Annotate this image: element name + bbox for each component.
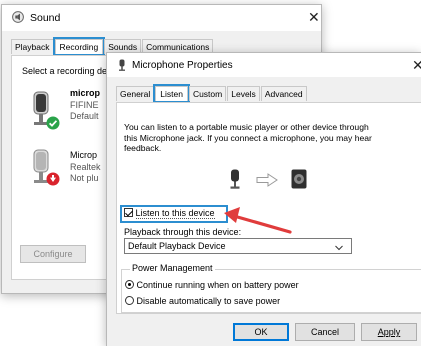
tab-listen[interactable]: Listen [153,84,190,103]
playback-device-value: Default Playback Device [128,241,226,251]
apply-button[interactable]: Apply [361,323,417,341]
radio-unselected-icon [125,296,134,305]
right-arrow-icon [256,173,278,187]
description-line: You can listen to a portable music playe… [124,122,369,132]
radio-label: Disable automatically to save power [136,296,281,306]
device-driver: FIFINE [70,100,99,110]
tab-recording[interactable]: Recording [52,37,106,56]
tab-playback[interactable]: Playback [11,39,54,54]
disable-automatically-radio[interactable]: Disable automatically to save power [125,296,280,306]
listen-pane: You can listen to a portable music playe… [116,102,421,314]
speaker-illustration-icon [291,169,307,189]
power-management-group: Power Management Continue running when o… [121,263,421,313]
playback-through-label: Playback through this device: [124,227,242,237]
configure-button[interactable]: Configure [20,245,86,263]
description-line: feedback. [124,143,162,153]
microphone-properties-window: Microphone Properties ✕ General Listen C… [106,52,421,346]
unplugged-icon [46,172,60,186]
default-check-icon [46,116,60,130]
mic-tabs: General Listen Custom Levels Advanced [116,84,308,103]
sound-titlebar: Sound ✕ [2,5,321,31]
tab-levels[interactable]: Levels [227,86,260,101]
tab-advanced[interactable]: Advanced [260,86,307,101]
device-driver: Realtek [70,162,101,172]
mic-close-icon[interactable]: ✕ [412,58,421,72]
device-name: microp [70,88,101,98]
continue-running-radio[interactable]: Continue running when on battery power [125,280,299,290]
microphone-small-icon [117,59,127,72]
mic-window-title: Microphone Properties [132,60,233,71]
radio-selected-icon [125,280,134,289]
device-item[interactable]: microp FIFINE Default [30,86,110,134]
listen-checkbox-label: Listen to this device [135,208,215,219]
tab-general[interactable]: General [116,86,155,101]
speaker-icon [12,11,24,23]
cancel-button[interactable]: Cancel [295,323,355,341]
chevron-down-icon [335,243,343,251]
power-management-legend: Power Management [130,263,215,273]
mic-titlebar: Microphone Properties ✕ [107,53,421,77]
microphone-illustration-icon [228,169,242,191]
device-status: Not plu [70,173,99,183]
device-item[interactable]: Microp Realtek Not plu [30,144,110,192]
radio-label: Continue running when on battery power [136,280,299,290]
device-status: Default [70,111,99,121]
tab-custom[interactable]: Custom [188,86,227,101]
listen-to-device-checkbox[interactable]: Listen to this device [120,205,228,223]
checkbox-checked-icon [124,208,133,217]
device-name: Microp [70,150,98,160]
recording-prompt: Select a recording de [22,66,108,76]
sound-close-icon[interactable]: ✕ [308,10,320,24]
playback-device-dropdown[interactable]: Default Playback Device [124,238,352,254]
description-line: this Microphone jack. If you connect a m… [124,132,372,143]
listen-description: You can listen to a portable music playe… [124,122,372,154]
sound-window-title: Sound [30,12,61,24]
ok-button[interactable]: OK [233,323,289,341]
